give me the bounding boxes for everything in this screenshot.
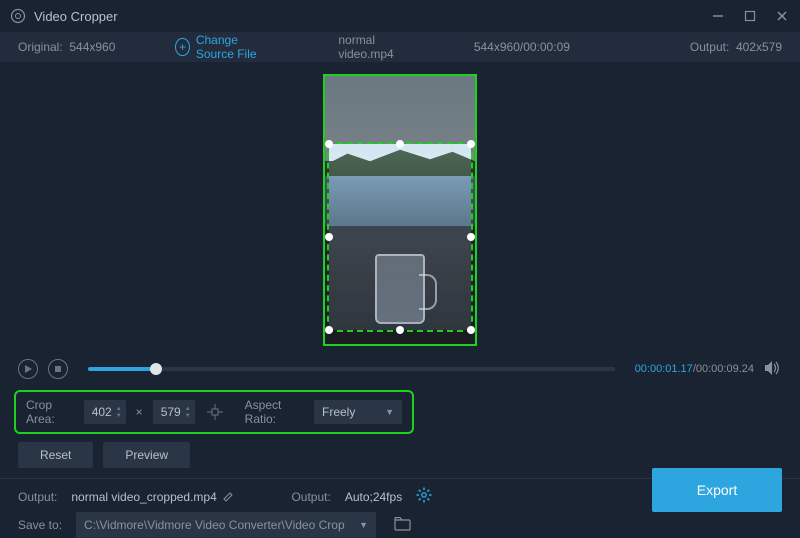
center-crop-icon[interactable] [205, 400, 225, 424]
crop-handle-mid-left[interactable] [325, 233, 333, 241]
app-logo-icon [10, 8, 26, 24]
minimize-button[interactable] [710, 8, 726, 24]
chevron-down-icon: ▼ [359, 520, 368, 530]
export-button[interactable]: Export [652, 468, 782, 512]
crop-handle-mid-right[interactable] [467, 233, 475, 241]
preview-button[interactable]: Preview [103, 442, 190, 468]
output-filename: normal video_cropped.mp4 [71, 490, 233, 504]
plus-circle-icon: + [175, 38, 189, 56]
aspect-ratio-label: Aspect Ratio: [245, 398, 304, 426]
crop-handle-bottom-right[interactable] [467, 326, 475, 334]
action-row: Reset Preview [0, 434, 800, 468]
height-down[interactable]: ▼ [185, 413, 191, 419]
video-frame[interactable] [323, 74, 477, 346]
height-up[interactable]: ▲ [185, 406, 191, 412]
stop-button[interactable] [48, 359, 68, 379]
output-settings-label: Output: [291, 490, 330, 504]
window-controls [710, 8, 790, 24]
crop-controls-panel: Crop Area: 402 ▲▼ × 579 ▲▼ Aspect Ratio:… [14, 390, 414, 434]
timeline-slider[interactable] [88, 367, 615, 371]
timeline-thumb[interactable] [150, 363, 162, 375]
crop-handle-top-left[interactable] [325, 140, 333, 148]
width-up[interactable]: ▲ [116, 406, 122, 412]
reset-button[interactable]: Reset [18, 442, 93, 468]
original-res: Original: 544x960 [18, 40, 115, 54]
crop-handle-bottom-mid[interactable] [396, 326, 404, 334]
save-path-select[interactable]: C:\Vidmore\Vidmore Video Converter\Video… [76, 512, 376, 538]
playback-bar: 00:00:01.17/00:00:09.24 [0, 352, 800, 386]
info-bar: Original: 544x960 + Change Source File n… [0, 32, 800, 62]
change-source-button[interactable]: + Change Source File [175, 33, 278, 61]
source-dimensions: 544x960/00:00:09 [474, 40, 570, 54]
source-filename: normal video.mp4 [338, 33, 413, 61]
crop-handle-top-mid[interactable] [396, 140, 404, 148]
play-button[interactable] [18, 359, 38, 379]
time-display: 00:00:01.17/00:00:09.24 [635, 363, 754, 375]
aspect-ratio-select[interactable]: Freely ▼ [314, 400, 402, 424]
crop-height-input[interactable]: 579 ▲▼ [153, 400, 195, 424]
chevron-down-icon: ▼ [385, 407, 394, 417]
output-settings-value: Auto;24fps [345, 490, 402, 504]
maximize-button[interactable] [742, 8, 758, 24]
crop-rectangle[interactable] [327, 142, 473, 332]
open-folder-icon[interactable] [394, 517, 412, 534]
output-file-label: Output: [18, 490, 57, 504]
crop-handle-top-right[interactable] [467, 140, 475, 148]
width-down[interactable]: ▼ [116, 413, 122, 419]
titlebar: Video Cropper [0, 0, 800, 32]
volume-icon[interactable] [764, 361, 782, 378]
times-icon: × [136, 405, 143, 419]
crop-handle-bottom-left[interactable] [325, 326, 333, 334]
crop-width-input[interactable]: 402 ▲▼ [84, 400, 126, 424]
window-title: Video Cropper [34, 9, 710, 24]
close-button[interactable] [774, 8, 790, 24]
output-res: Output: 402x579 [690, 40, 782, 54]
save-to-label: Save to: [18, 518, 62, 532]
preview-area [0, 62, 800, 352]
gear-icon[interactable] [416, 487, 432, 506]
crop-area-label: Crop Area: [26, 398, 74, 426]
